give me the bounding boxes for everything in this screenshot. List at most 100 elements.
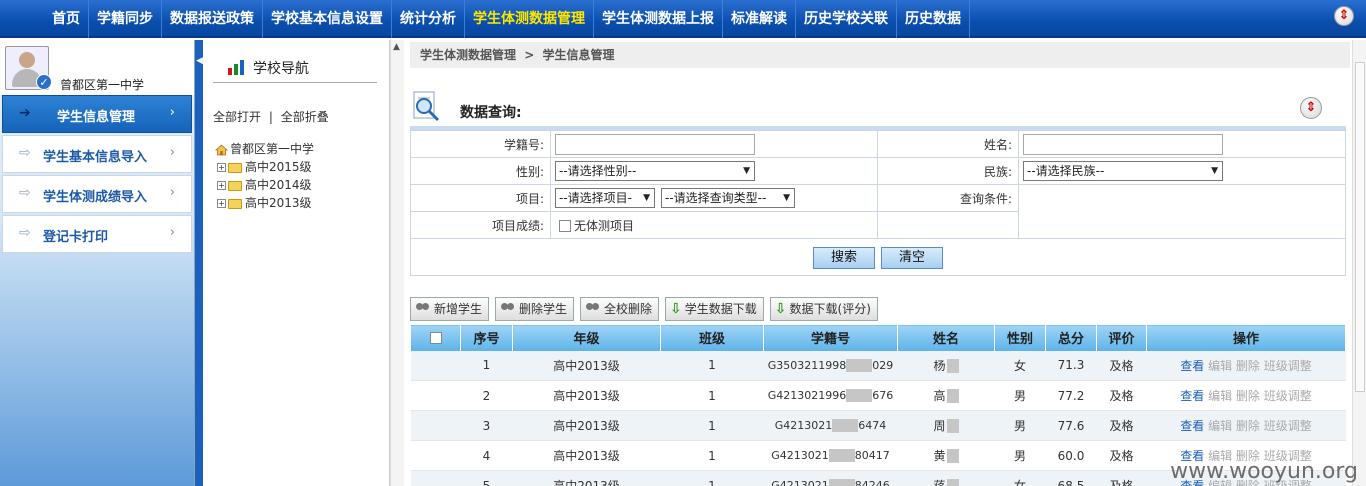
main-scrollbar[interactable]: [1352, 40, 1366, 486]
name-input[interactable]: [1023, 133, 1223, 155]
class-adjust-link[interactable]: 班级调整: [1264, 359, 1312, 373]
collapse-all-link[interactable]: 全部折叠: [281, 110, 329, 124]
condition-label: 查询条件:: [877, 184, 1019, 212]
view-link[interactable]: 查看: [1180, 359, 1204, 373]
expand-all-link[interactable]: 全部打开: [213, 110, 261, 124]
no-test-checkbox[interactable]: [559, 220, 571, 232]
cell-gender: 男: [994, 380, 1046, 411]
sidebar-item-2[interactable]: ⇨ 学生体测成绩导入 ›: [2, 175, 192, 213]
sidebar-splitter[interactable]: ◀: [195, 40, 203, 486]
cell-grade: 高中2013级: [512, 470, 661, 486]
row-select-cell[interactable]: [410, 350, 461, 381]
sidebar-item-0[interactable]: ➔ 学生信息管理 ›: [2, 95, 192, 133]
item-select[interactable]: --请选择项目- ▼: [555, 188, 655, 208]
cell-student-id: G3503211998 029: [763, 350, 898, 381]
cell-score: 68.5: [1045, 470, 1097, 486]
edit-link[interactable]: 编辑: [1208, 389, 1232, 403]
query-type-select[interactable]: --请选择查询类型-- ▼: [661, 188, 795, 208]
breadcrumb-parent[interactable]: 学生体测数据管理: [420, 48, 516, 62]
page: 首页 学籍同步 数据报送政策 学校基本信息设置 统计分析 学生体测数据管理 学生体测数据上报…: [0, 0, 1366, 486]
tree-node[interactable]: + 高中2013级: [217, 194, 312, 211]
row-select-cell[interactable]: [410, 410, 461, 441]
edit-link[interactable]: 编辑: [1208, 359, 1232, 373]
view-link[interactable]: 查看: [1180, 389, 1204, 403]
condition-area[interactable]: [1018, 184, 1346, 239]
delete-link[interactable]: 删除: [1236, 419, 1260, 433]
download-scored-button[interactable]: ⇩ 数据下载(评分): [769, 297, 878, 321]
download-data-button[interactable]: ⇩ 学生数据下载: [665, 297, 764, 321]
search-button[interactable]: 搜索: [813, 247, 875, 269]
main-content: 学生体测数据管理 > 学生信息管理 数据查询: ⇕ 学籍号: 姓名: 性别: -…: [404, 40, 1352, 486]
nav-item-2[interactable]: 数据报送政策: [162, 0, 263, 38]
sidebar-item-1[interactable]: ⇨ 学生基本信息导入 ›: [2, 135, 192, 173]
tree-scrollbar[interactable]: ▲: [390, 40, 404, 486]
sidebar-item-3[interactable]: ⇨ 登记卡打印 ›: [2, 215, 192, 253]
edit-link[interactable]: 编辑: [1208, 419, 1232, 433]
nav-item-7[interactable]: 标准解读: [723, 0, 796, 38]
tree-node[interactable]: + 高中2015级: [217, 158, 312, 175]
folder-icon: [228, 162, 242, 173]
class-adjust-link[interactable]: 班级调整: [1264, 389, 1312, 403]
cell-name: 周: [897, 410, 995, 441]
nav-item-9[interactable]: 历史数据: [897, 0, 970, 38]
select-all-checkbox[interactable]: [429, 331, 442, 344]
cell-student-id: G4213021 84246: [763, 470, 898, 486]
expand-icon[interactable]: +: [217, 181, 226, 190]
top-nav-items: 首页 学籍同步 数据报送政策 学校基本信息设置 统计分析 学生体测数据管理 学生体测数据上报…: [44, 0, 970, 38]
tree-root-node[interactable]: 曾都区第一中学: [215, 140, 314, 157]
cell-rating: 及格: [1096, 440, 1147, 471]
nav-item-5[interactable]: 学生体测数据管理: [465, 0, 594, 38]
expand-icon[interactable]: +: [217, 163, 226, 172]
chevron-right-icon: ›: [169, 225, 175, 240]
student-id-input[interactable]: [555, 133, 755, 155]
score-cell: 无体测项目: [550, 211, 878, 239]
delete-all-button[interactable]: 全校删除: [580, 297, 660, 321]
nav-item-4[interactable]: 统计分析: [392, 0, 465, 38]
cell-score: 77.2: [1045, 380, 1097, 411]
cell-actions: 查看 编辑 删除 班级调整: [1146, 380, 1346, 411]
gender-cell: --请选择性别-- ▼: [550, 157, 878, 185]
arrow-right-icon: ➔: [19, 105, 31, 121]
cell-rating: 及格: [1096, 470, 1147, 486]
toolbar: 新增学生 删除学生 全校删除 ⇩ 学生数据下载 ⇩ 数据下载(评分): [410, 297, 878, 323]
item-cell: --请选择项目- ▼ --请选择查询类型-- ▼: [550, 184, 878, 212]
delete-link[interactable]: 删除: [1236, 389, 1260, 403]
clear-button[interactable]: 清空: [881, 247, 943, 269]
column-header: 年级: [512, 324, 661, 351]
arrow-right-icon: ⇨: [19, 185, 31, 201]
collapse-header-icon[interactable]: ⇕: [1334, 6, 1354, 26]
tree-node[interactable]: + 高中2014级: [217, 176, 312, 193]
nav-item-1[interactable]: 学籍同步: [89, 0, 162, 38]
table-header: 序号 年级 班级 学籍号 姓名 性别 总分 评价 操作: [410, 324, 1346, 351]
row-select-cell[interactable]: [410, 440, 461, 471]
add-student-button[interactable]: 新增学生: [410, 297, 490, 321]
users-icon: [415, 303, 431, 315]
scroll-up-icon[interactable]: ▲: [393, 42, 400, 52]
nav-item-0[interactable]: 首页: [44, 0, 89, 38]
query-buttons: 搜索 清空: [410, 238, 1346, 276]
gender-select[interactable]: --请选择性别-- ▼: [555, 161, 755, 181]
expand-icon[interactable]: +: [217, 199, 226, 208]
tree-title: 学校导航: [253, 61, 309, 77]
cell-seq: 1: [460, 350, 513, 381]
row-select-cell[interactable]: [410, 470, 461, 486]
empty-cell: [877, 211, 1019, 239]
nav-item-3[interactable]: 学校基本信息设置: [263, 0, 392, 38]
column-header: 评价: [1096, 324, 1147, 351]
no-test-label: 无体测项目: [574, 218, 635, 233]
nav-item-6[interactable]: 学生体测数据上报: [594, 0, 723, 38]
view-link[interactable]: 查看: [1180, 419, 1204, 433]
collapse-query-icon[interactable]: ⇕: [1300, 97, 1322, 119]
dropdown-arrow-icon: ▼: [643, 193, 650, 203]
nav-item-8[interactable]: 历史学校关联: [796, 0, 897, 38]
collapse-left-icon[interactable]: ◀: [196, 56, 203, 66]
class-adjust-link[interactable]: 班级调整: [1264, 419, 1312, 433]
delete-student-button[interactable]: 删除学生: [495, 297, 575, 321]
ethnicity-select[interactable]: --请选择民族-- ▼: [1023, 161, 1223, 181]
cell-student-id: G4213021996 676: [763, 380, 898, 411]
row-select-cell[interactable]: [410, 380, 461, 411]
cell-seq: 4: [460, 440, 513, 471]
scroll-thumb[interactable]: [1355, 62, 1365, 392]
delete-link[interactable]: 删除: [1236, 359, 1260, 373]
sidebar-item-label: 登记卡打印: [43, 230, 109, 245]
